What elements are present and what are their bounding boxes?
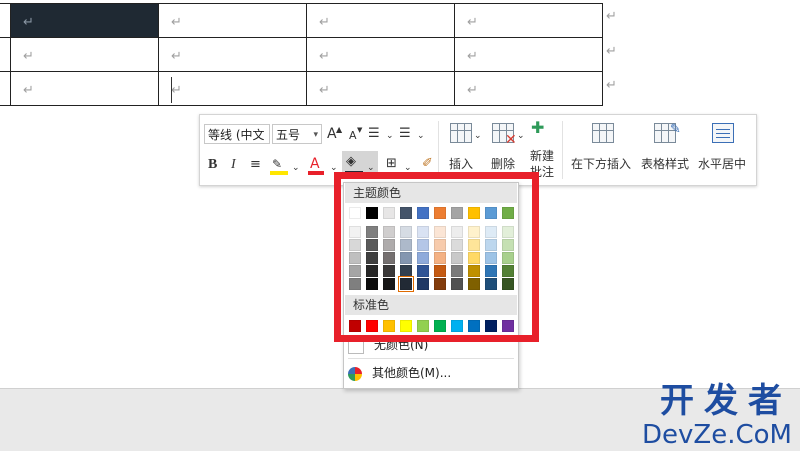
font-name-value: 等线 (中文 <box>208 128 265 142</box>
shrink-font-button[interactable]: A <box>349 127 357 145</box>
table-cell[interactable]: ↵ <box>10 71 159 106</box>
table-cell[interactable]: ↵ <box>306 3 455 38</box>
watermark: 开发者 DevZe.CoM <box>642 382 792 450</box>
font-name-select[interactable]: 等线 (中文 <box>204 124 270 144</box>
row-end-mark: ↵ <box>606 9 617 24</box>
align-center-table-icon[interactable] <box>712 123 734 143</box>
row-end-mark: ↵ <box>606 44 617 59</box>
insert-below-icon[interactable] <box>592 123 614 143</box>
paint-bucket-icon: ◈ <box>346 154 356 169</box>
paragraph-mark: ↵ <box>467 49 478 64</box>
watermark-cn: 开发者 <box>660 381 792 421</box>
toolbar-divider <box>562 121 563 179</box>
chevron-down-icon[interactable]: ⌄ <box>517 127 525 145</box>
highlight-color-bar <box>270 171 288 175</box>
table-cell[interactable] <box>0 3 11 38</box>
table-cell[interactable]: ↵ <box>306 37 455 72</box>
align-center-icon[interactable]: ≡ <box>250 156 261 174</box>
bullets-icon[interactable]: ☰ <box>368 125 380 143</box>
paragraph-mark: ↵ <box>171 15 182 30</box>
delete-x-icon: ✕ <box>505 132 517 148</box>
paragraph-mark: ↵ <box>319 49 330 64</box>
table-cell[interactable]: ↵ <box>158 37 307 72</box>
row-end-mark: ↵ <box>606 78 617 93</box>
shrink-arrow-icon: ▼ <box>357 126 363 134</box>
table-cell[interactable]: ↵ <box>158 71 307 106</box>
chevron-down-icon[interactable]: ⌄ <box>417 127 425 145</box>
more-colors-label: 其他颜色(M)... <box>372 366 452 380</box>
insert-below-label[interactable]: 在下方插入 <box>571 155 631 172</box>
style-brush-icon: ✎ <box>670 122 681 137</box>
borders-icon[interactable]: ⊞ <box>386 155 397 173</box>
table-cell-selected[interactable]: ↵ <box>10 3 159 38</box>
table-cell[interactable]: ↵ <box>306 71 455 106</box>
paragraph-mark: ↵ <box>23 83 34 98</box>
paragraph-mark: ↵ <box>319 15 330 30</box>
center-label[interactable]: 水平居中 <box>698 155 746 172</box>
insert-label[interactable]: 插入 <box>449 155 473 172</box>
paragraph-mark: ↵ <box>319 83 330 98</box>
table-row: ↵ ↵ ↵ ↵ <box>0 37 603 72</box>
table-cell[interactable]: ↵ <box>454 3 603 38</box>
font-size-value: 五号 <box>276 128 301 142</box>
table-cell[interactable] <box>0 37 11 72</box>
table-row: ↵ ↵ ↵ ↵ <box>0 3 603 38</box>
delete-label[interactable]: 删除 <box>491 155 515 172</box>
new-comment-icon[interactable]: ✚ <box>531 119 544 137</box>
watermark-en: DevZe.CoM <box>642 420 792 450</box>
paragraph-mark: ↵ <box>171 49 182 64</box>
chevron-down-icon[interactable]: ⌄ <box>386 127 394 145</box>
format-painter-icon[interactable]: ✐ <box>422 155 433 173</box>
table-style-label[interactable]: 表格样式 <box>641 155 689 172</box>
italic-button[interactable]: I <box>231 156 236 174</box>
bold-button[interactable]: B <box>208 156 217 174</box>
color-wheel-icon <box>348 366 362 381</box>
toolbar-divider <box>438 121 439 179</box>
font-size-select[interactable]: 五号 ▾ <box>272 124 322 144</box>
numbering-icon[interactable]: ☰ <box>399 125 411 143</box>
paragraph-mark: ↵ <box>23 15 34 30</box>
chevron-down-icon: ▾ <box>313 130 318 140</box>
more-colors-option[interactable]: 其他颜色(M)... <box>348 362 451 384</box>
table-cell[interactable] <box>0 71 11 106</box>
chevron-down-icon[interactable]: ⌄ <box>292 159 300 177</box>
paragraph-mark: ↵ <box>467 83 478 98</box>
paragraph-mark: ↵ <box>23 49 34 64</box>
table-cell[interactable]: ↵ <box>10 37 159 72</box>
paragraph-mark: ↵ <box>171 83 182 98</box>
table-cell[interactable]: ↵ <box>158 3 307 38</box>
paragraph-mark: ↵ <box>467 15 478 30</box>
table-insert-icon[interactable] <box>450 123 472 143</box>
table-cell[interactable]: ↵ <box>454 71 603 106</box>
annotation-highlight-box <box>334 172 539 342</box>
word-table[interactable]: ↵ ↵ ↵ ↵ ↵ ↵ ↵ ↵ ↵ ↵ ↵ ↵ <box>0 3 603 106</box>
grow-arrow-icon: ▲ <box>336 125 343 134</box>
new-comment-label-line1[interactable]: 新建 <box>530 147 554 164</box>
menu-divider <box>348 358 514 359</box>
chevron-down-icon[interactable]: ⌄ <box>474 127 482 145</box>
table-cell[interactable]: ↵ <box>454 37 603 72</box>
text-caret <box>171 77 172 103</box>
table-row: ↵ ↵ ↵ ↵ <box>0 71 603 106</box>
font-color-bar <box>308 171 324 175</box>
